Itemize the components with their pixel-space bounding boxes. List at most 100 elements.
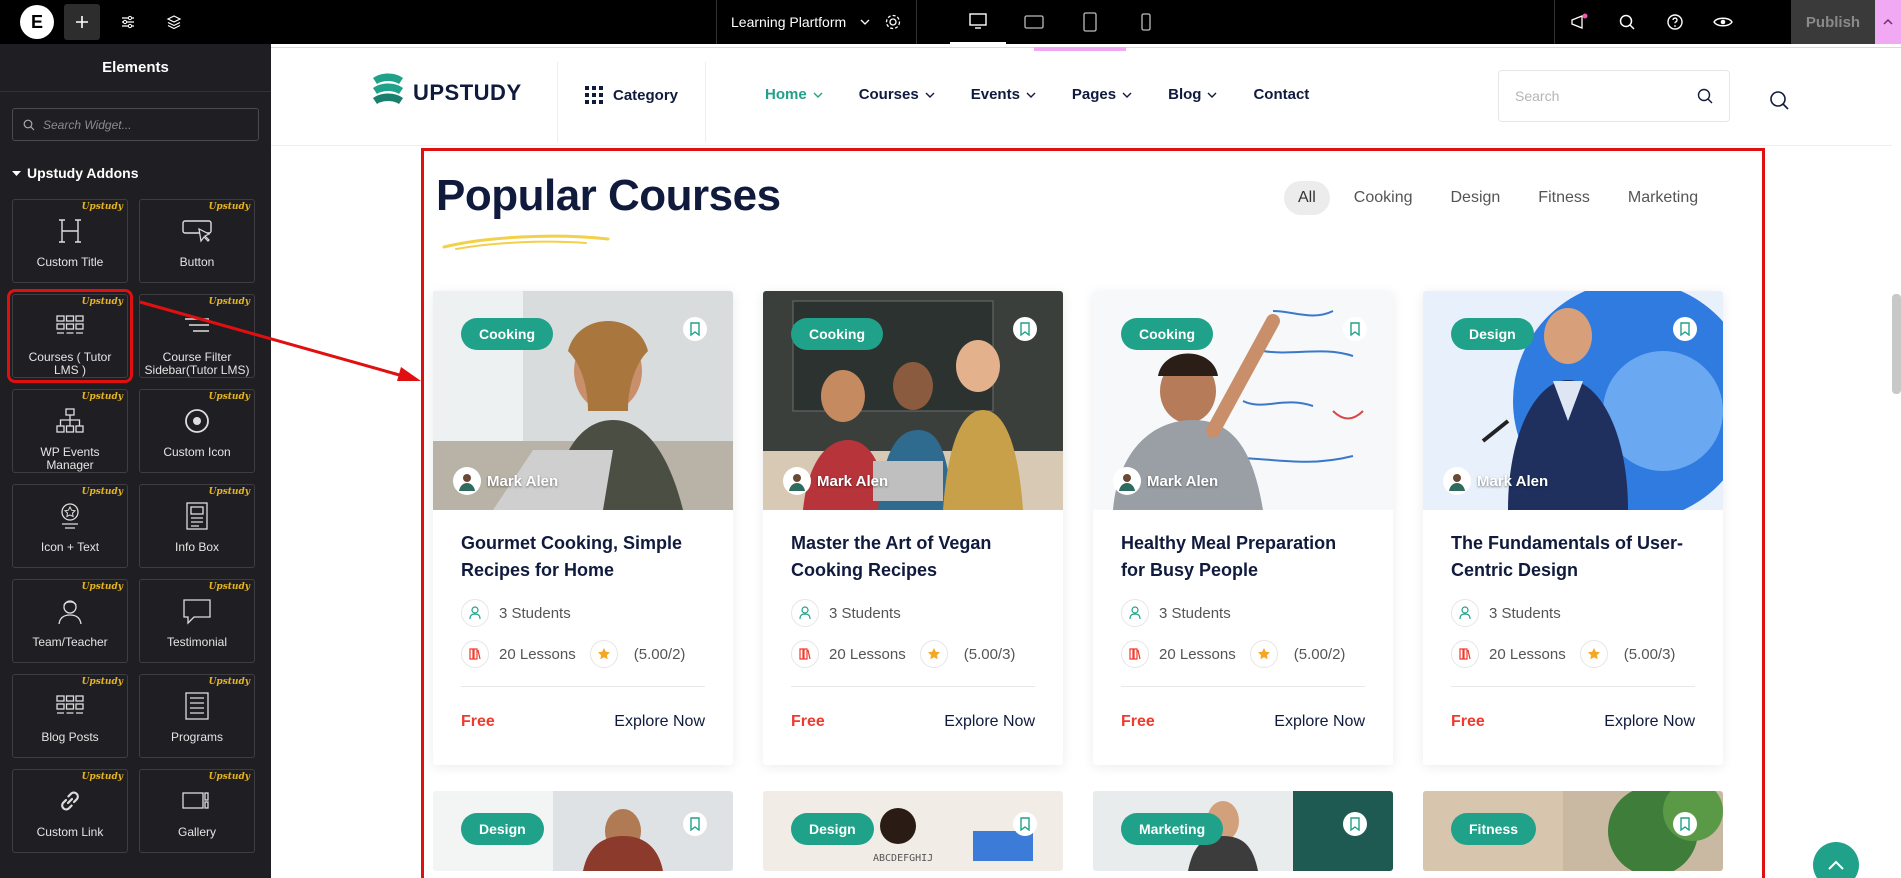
site-settings-button[interactable]: [110, 4, 146, 40]
filter-design[interactable]: Design: [1436, 181, 1514, 215]
tablet-portrait-button[interactable]: [1062, 0, 1118, 44]
category-toggle[interactable]: Upstudy Addons: [12, 165, 259, 181]
popular-courses-section[interactable]: Popular Courses All Cooking Design Fitne…: [421, 148, 1765, 878]
desktop-view-button[interactable]: [950, 0, 1006, 44]
explore-now-link[interactable]: Explore Now: [614, 713, 705, 731]
bookmark-button[interactable]: [1343, 317, 1367, 341]
category-badge[interactable]: Cooking: [1121, 318, 1213, 350]
widget-team-teacher[interactable]: Upstudy Team/Teacher: [12, 579, 128, 663]
widget-custom-link[interactable]: Upstudy Custom Link: [12, 769, 128, 853]
widget-blog-posts[interactable]: Upstudy Blog Posts: [12, 674, 128, 758]
help-button[interactable]: [1651, 4, 1699, 40]
category-badge[interactable]: Cooking: [461, 318, 553, 350]
filter-cooking[interactable]: Cooking: [1340, 181, 1427, 215]
course-title[interactable]: Healthy Meal Preparation for Busy People: [1121, 530, 1365, 586]
gear-icon[interactable]: [884, 13, 902, 31]
widget-button[interactable]: Upstudy Button: [139, 199, 255, 283]
widget-programs[interactable]: Upstudy Programs: [139, 674, 255, 758]
course-title[interactable]: Gourmet Cooking, Simple Recipes for Home: [461, 530, 705, 586]
star-icon: [61, 503, 79, 529]
widget-testimonial[interactable]: Upstudy Testimonial: [139, 579, 255, 663]
elementor-logo-icon[interactable]: E: [20, 5, 54, 39]
site-logo[interactable]: UPSTUDY: [369, 72, 522, 114]
course-card[interactable]: ABCDEFGHIJ Design: [763, 791, 1063, 871]
nav-pages[interactable]: Pages: [1072, 86, 1132, 103]
course-author[interactable]: Mark Alen: [1443, 467, 1548, 495]
filter-marketing[interactable]: Marketing: [1614, 181, 1712, 215]
scroll-to-top-button[interactable]: [1813, 842, 1859, 878]
course-title[interactable]: Master the Art of Vegan Cooking Recipes: [791, 530, 1035, 586]
widget-icon-text[interactable]: Upstudy Icon + Text: [12, 484, 128, 568]
course-thumbnail[interactable]: Design Mark Alen: [1423, 291, 1723, 510]
bookmark-button[interactable]: [683, 812, 707, 836]
preview-button[interactable]: [1699, 4, 1747, 40]
course-author[interactable]: Mark Alen: [1113, 467, 1218, 495]
author-name: Mark Alen: [817, 472, 889, 490]
course-card[interactable]: Cooking Mark Alen Gourmet Cooking, Simpl…: [433, 291, 733, 765]
search-toggle-icon[interactable]: [1769, 90, 1789, 110]
filter-fitness[interactable]: Fitness: [1524, 181, 1604, 215]
course-title[interactable]: The Fundamentals of User-Centric Design: [1451, 530, 1695, 586]
canvas-scrollbar[interactable]: [1892, 294, 1901, 394]
bookmark-button[interactable]: [1673, 812, 1697, 836]
bookmark-icon: [1680, 817, 1690, 831]
notifications-button[interactable]: [1555, 4, 1603, 40]
header-search-input[interactable]: [1515, 88, 1685, 104]
nav-home[interactable]: Home: [765, 86, 823, 103]
tablet-landscape-button[interactable]: [1006, 0, 1062, 44]
publish-button[interactable]: Publish: [1791, 0, 1875, 44]
course-card[interactable]: Marketing: [1093, 791, 1393, 871]
widget-grid: Upstudy Custom Title Upstudy Button Upst…: [7, 199, 257, 853]
course-card[interactable]: Cooking Mark Alen Master the Art of Vega…: [763, 291, 1063, 765]
nav-events[interactable]: Events: [971, 86, 1036, 103]
bookmark-button[interactable]: [1343, 812, 1367, 836]
mobile-view-button[interactable]: [1118, 0, 1174, 44]
nav-label: Pages: [1071, 86, 1117, 103]
user-icon: [799, 606, 811, 620]
category-badge[interactable]: Fitness: [1451, 813, 1537, 845]
widget-info-box[interactable]: Upstudy Info Box: [139, 484, 255, 568]
widget-label: Team/Teacher: [32, 635, 108, 649]
course-author[interactable]: Mark Alen: [453, 467, 558, 495]
widget-custom-icon[interactable]: Upstudy Custom Icon: [139, 389, 255, 473]
bookmark-button[interactable]: [1673, 317, 1697, 341]
course-thumbnail[interactable]: Cooking Mark Alen: [1093, 291, 1393, 510]
finder-button[interactable]: [1603, 4, 1651, 40]
structure-button[interactable]: [156, 4, 192, 40]
widget-wp-events-manager[interactable]: Upstudy WP Events Manager: [12, 389, 128, 473]
course-card[interactable]: Design: [433, 791, 733, 871]
filter-all[interactable]: All: [1284, 181, 1330, 215]
widget-courses-tutor-lms[interactable]: Upstudy Courses ( Tutor LMS ): [7, 289, 133, 383]
nav-courses[interactable]: Courses: [859, 86, 935, 103]
course-author[interactable]: Mark Alen: [783, 467, 888, 495]
nav-contact[interactable]: Contact: [1253, 86, 1309, 103]
bookmark-button[interactable]: [683, 317, 707, 341]
widget-gallery[interactable]: Upstudy Gallery: [139, 769, 255, 853]
course-thumbnail[interactable]: Cooking Mark Alen: [433, 291, 733, 510]
course-card[interactable]: Design Mark Alen The Fundamentals of Use…: [1423, 291, 1723, 765]
widget-search-input[interactable]: [43, 117, 243, 132]
bookmark-button[interactable]: [1013, 812, 1037, 836]
page-preview-canvas: UPSTUDY Category Home Courses Events Pag…: [271, 44, 1901, 878]
course-thumbnail[interactable]: Cooking Mark Alen: [763, 291, 1063, 510]
category-badge[interactable]: Design: [791, 813, 874, 845]
page-title-area[interactable]: Learning Plartform: [716, 0, 918, 44]
add-element-button[interactable]: [64, 4, 100, 40]
explore-now-link[interactable]: Explore Now: [1274, 713, 1365, 731]
bookmark-icon: [1020, 322, 1030, 336]
category-badge[interactable]: Design: [1451, 318, 1534, 350]
widget-custom-title[interactable]: Upstudy Custom Title: [12, 199, 128, 283]
course-card[interactable]: Fitness: [1423, 791, 1723, 871]
publish-options-button[interactable]: [1875, 0, 1901, 44]
search-icon[interactable]: [1697, 88, 1713, 104]
category-badge[interactable]: Marketing: [1121, 813, 1224, 845]
bookmark-button[interactable]: [1013, 317, 1037, 341]
category-badge[interactable]: Cooking: [791, 318, 883, 350]
category-menu[interactable]: Category: [585, 86, 678, 104]
explore-now-link[interactable]: Explore Now: [1604, 713, 1695, 731]
nav-blog[interactable]: Blog: [1168, 86, 1217, 103]
widget-course-filter-sidebar[interactable]: Upstudy Course Filter Sidebar(Tutor LMS): [139, 294, 255, 378]
course-card[interactable]: Cooking Mark Alen Healthy Meal Preparati…: [1093, 291, 1393, 765]
category-badge[interactable]: Design: [461, 813, 544, 845]
explore-now-link[interactable]: Explore Now: [944, 713, 1035, 731]
